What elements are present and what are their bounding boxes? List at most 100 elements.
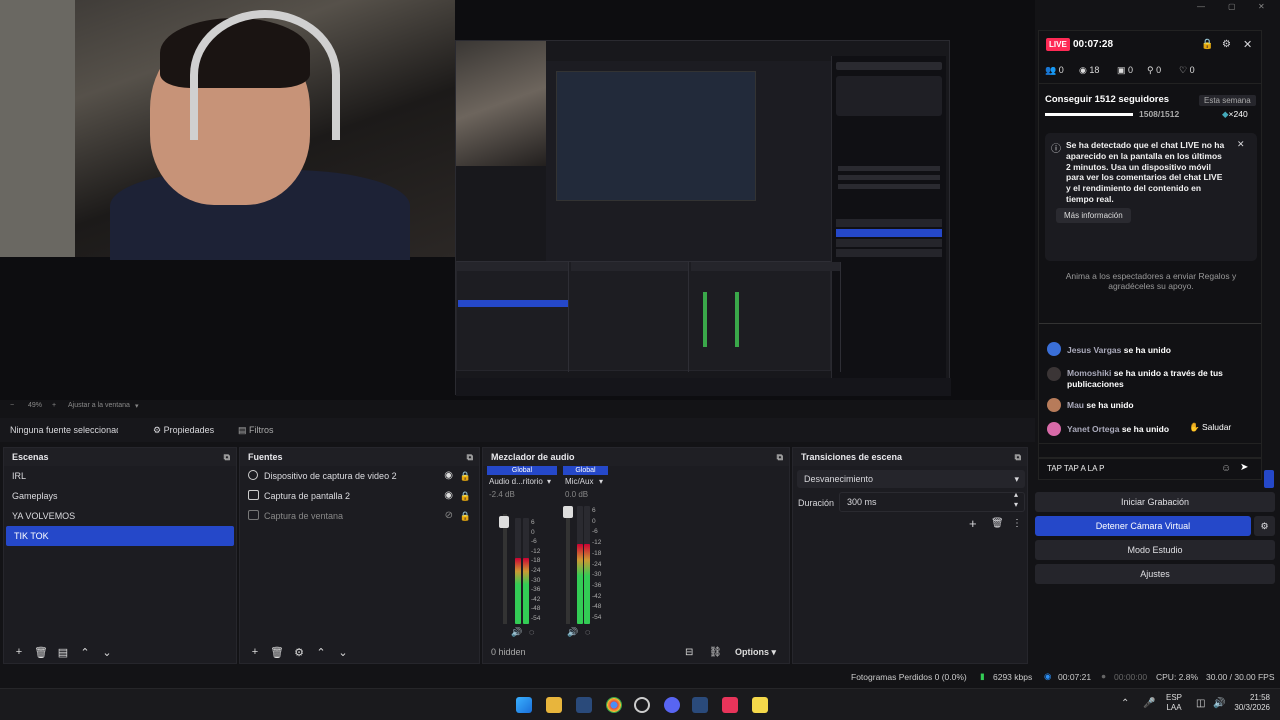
zoom-out-icon[interactable]: − — [10, 402, 14, 409]
obs-icon[interactable] — [634, 697, 650, 713]
add-icon[interactable]: + — [969, 516, 977, 531]
nested-webcam — [456, 41, 546, 166]
arrow-down-icon[interactable]: ⌄ — [100, 646, 114, 659]
source-item[interactable]: Captura de ventana ⊘ 🔒 — [240, 506, 479, 526]
language-indicator[interactable]: ESP LAA — [1166, 693, 1182, 713]
lock-icon[interactable]: 🔒 — [460, 466, 471, 486]
channel-name[interactable]: Mic/Aux — [565, 477, 593, 486]
minimize-icon[interactable]: — — [1197, 2, 1205, 11]
chevron-up-icon[interactable]: ⌃ — [1121, 698, 1129, 709]
arrow-down-icon[interactable]: ⌄ — [336, 646, 350, 659]
eye-icon[interactable]: ◉ — [444, 466, 453, 486]
settings-button[interactable]: Ajustes — [1035, 564, 1275, 584]
chevron-down-icon[interactable]: ▾ — [599, 477, 603, 486]
stepper-icon[interactable]: ▴ ▾ — [1014, 490, 1018, 510]
send-icon[interactable]: ➤ — [1240, 462, 1248, 473]
transition-select[interactable]: Desvanecimiento ▾ — [797, 470, 1025, 488]
scene-item[interactable]: IRL — [4, 466, 236, 486]
emoji-icon[interactable]: ☺ — [1221, 463, 1231, 474]
trash-icon[interactable]: 🗑 — [270, 646, 284, 659]
volume-track[interactable] — [503, 514, 507, 624]
chat-message: Jesus Vargas se ha unido — [1067, 345, 1171, 355]
virtual-camera-button[interactable]: Detener Cámara Virtual — [1035, 516, 1251, 536]
chevron-down-icon[interactable]: ▾ — [135, 402, 139, 410]
chat-input[interactable]: TAP TAP A LA P ☺ ➤ — [1038, 458, 1262, 480]
lock-icon[interactable]: 🔒 — [460, 486, 471, 506]
properties-bar: Ninguna fuente seleccionada ⚙ Propiedade… — [0, 418, 1035, 442]
sources-dock: Fuentes ⧉ Dispositivo de captura de video… — [239, 447, 480, 664]
volume-track[interactable] — [566, 506, 570, 624]
record-button[interactable]: Iniciar Grabación — [1035, 492, 1275, 512]
scene-item[interactable]: Gameplays — [4, 486, 236, 506]
maximize-icon[interactable]: ▢ — [1228, 2, 1236, 11]
folder-icon[interactable] — [546, 697, 562, 713]
source-item[interactable]: Captura de pantalla 2 ◉ 🔒 — [240, 486, 479, 506]
steam-icon[interactable] — [576, 697, 592, 713]
layout-icon[interactable]: ⊟ — [685, 647, 693, 658]
clock[interactable]: 21:58 30/3/2026 — [1230, 693, 1270, 713]
float-icon[interactable]: ⧉ — [224, 448, 230, 466]
float-icon[interactable]: ⧉ — [467, 448, 473, 466]
source-item[interactable]: Dispositivo de captura de video 2 ◉ 🔒 — [240, 466, 479, 486]
goal-period: Esta semana — [1199, 95, 1256, 106]
lock-icon[interactable]: 🔒 — [460, 506, 471, 526]
volume-slider-handle[interactable] — [499, 516, 509, 528]
mic-icon[interactable]: 🎤 — [1143, 698, 1155, 709]
scene-item-selected[interactable]: TIK TOK — [6, 526, 234, 546]
chevron-down-icon[interactable]: ▾ — [547, 477, 551, 486]
close-icon[interactable]: ✕ — [1243, 31, 1252, 59]
eye-hidden-icon[interactable]: ⊘ — [445, 506, 453, 526]
float-icon[interactable]: ⧉ — [1015, 448, 1021, 466]
headphones-icon[interactable]: ◌ — [585, 627, 590, 637]
add-icon[interactable]: + — [12, 646, 26, 658]
filters-button[interactable]: ▤ Filtros — [238, 418, 274, 442]
notes-icon[interactable] — [752, 697, 768, 713]
filter-icon[interactable]: ▤ — [56, 646, 70, 659]
channel-db: 0.0 dB — [565, 490, 589, 499]
hidden-count[interactable]: 0 hidden — [491, 647, 526, 657]
close-window-icon[interactable]: ✕ — [1258, 2, 1265, 11]
options-button[interactable]: Options ▾ — [735, 647, 776, 658]
eye-icon[interactable]: ◉ — [444, 486, 453, 506]
close-icon[interactable]: ✕ — [1237, 139, 1245, 150]
link-icon[interactable]: ⛓ — [709, 647, 722, 658]
greet-button[interactable]: ✋ Saludar — [1189, 422, 1231, 433]
channel-name[interactable]: Audio d...ritorio — [489, 477, 543, 486]
duration-input[interactable]: 300 ms ▴ ▾ — [839, 490, 1025, 512]
network-icon[interactable]: ◫ — [1196, 698, 1205, 709]
volume-icon[interactable]: 🔊 — [1213, 698, 1225, 709]
gear-icon[interactable]: ⚙ — [1254, 516, 1275, 536]
steam-icon[interactable] — [692, 697, 708, 713]
speaker-icon[interactable]: 🔊 — [567, 627, 578, 638]
time: 21:58 — [1249, 693, 1270, 702]
trash-icon[interactable]: 🗑 — [34, 646, 48, 659]
transitions-dock: Transiciones de escena ⧉ Desvanecimiento … — [792, 447, 1028, 664]
float-icon[interactable]: ⧉ — [777, 448, 783, 466]
channel-tag: Global — [487, 466, 557, 475]
scenes-title: Escenas ⧉ — [4, 448, 236, 466]
speaker-icon[interactable]: 🔊 — [511, 627, 522, 638]
trash-icon[interactable]: 🗑 — [991, 518, 1004, 529]
preview-canvas[interactable] — [0, 0, 1035, 400]
arrow-up-icon[interactable]: ⌃ — [314, 646, 328, 659]
add-icon[interactable]: + — [248, 646, 262, 658]
discord-icon[interactable] — [664, 697, 680, 713]
more-icon[interactable]: ⋮ — [1012, 518, 1022, 529]
chrome-icon[interactable] — [606, 697, 622, 713]
arrow-up-icon[interactable]: ⌃ — [78, 646, 92, 659]
sources-title-text: Fuentes — [248, 452, 283, 462]
lock-icon[interactable]: 🔒 — [1201, 31, 1213, 59]
windows-start-icon[interactable] — [516, 697, 532, 713]
gear-icon[interactable]: ⚙ — [1222, 31, 1231, 59]
studio-mode-button[interactable]: Modo Estudio — [1035, 540, 1275, 560]
scroll-thumb[interactable] — [1264, 470, 1274, 488]
zoom-in-icon[interactable]: + — [52, 402, 56, 409]
scene-item[interactable]: YA VOLVEMOS — [4, 506, 236, 526]
tiktok-icon[interactable] — [722, 697, 738, 713]
gear-icon[interactable]: ⚙ — [292, 646, 306, 659]
properties-button[interactable]: ⚙ Propiedades — [153, 418, 214, 442]
volume-slider-handle[interactable] — [563, 506, 573, 518]
more-info-button[interactable]: Más información — [1056, 208, 1131, 223]
headphones-icon[interactable]: ◌ — [529, 627, 534, 637]
fit-window-dropdown[interactable]: Ajustar a la ventana — [68, 402, 130, 409]
